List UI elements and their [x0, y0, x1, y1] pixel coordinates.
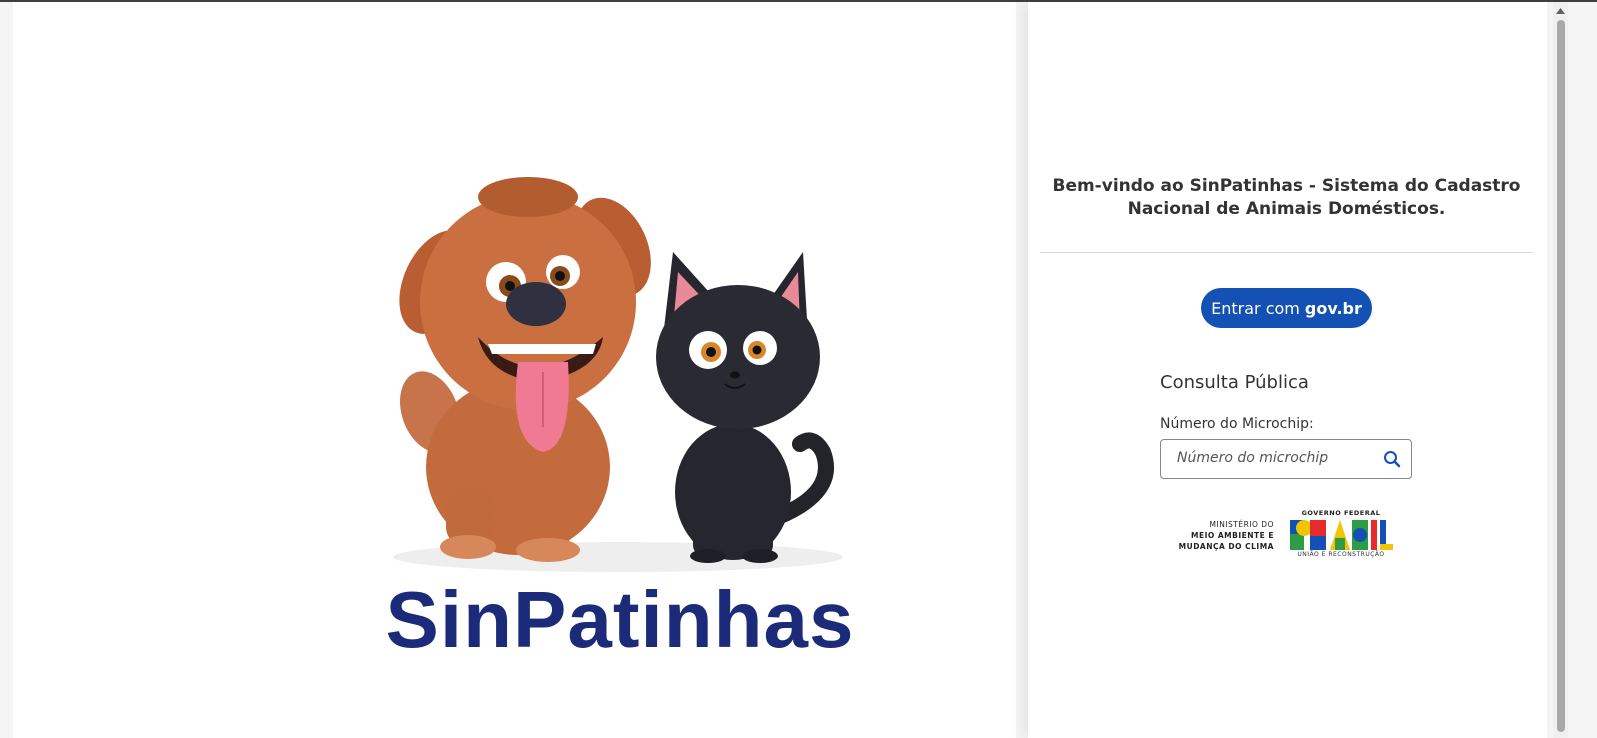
ministry-line-1: MINISTÉRIO DO [1209, 520, 1274, 529]
ministry-line-2: MEIO AMBIENTE E [1190, 531, 1274, 540]
consulta-publica-title: Consulta Pública [1160, 372, 1309, 393]
login-govbr-button[interactable]: Entrar com gov.br [1201, 288, 1372, 328]
microchip-input[interactable] [1161, 440, 1387, 476]
governo-federal-tagline: UNIÃO E RECONSTRUÇÃO [1297, 551, 1385, 558]
ministry-logo: MINISTÉRIO DO MEIO AMBIENTE E MUDANÇA DO… [1168, 519, 1274, 552]
divider [1040, 252, 1533, 253]
microchip-field-label: Número do Microchip: [1160, 416, 1314, 432]
governo-federal-logo: GOVERNO FEDERAL UNIÃO E RECONSTRUÇÃO [1286, 509, 1398, 561]
brasil-wordmark [1290, 520, 1393, 550]
scrollbar-thumb[interactable] [1557, 20, 1565, 732]
login-govbr-label-prefix: Entrar com [1211, 298, 1300, 318]
microchip-search-field [1160, 439, 1412, 479]
hero-panel: SinPatinhas [13, 2, 1016, 738]
governo-federal-label: GOVERNO FEDERAL [1301, 509, 1381, 517]
login-govbr-label-brand: gov.br [1304, 298, 1362, 318]
dog-and-cat-illustration [393, 177, 843, 572]
ministry-line-3: MUDANÇA DO CLIMA [1178, 542, 1274, 551]
login-panel: Bem-vindo ao SinPatinhas - Sistema do Ca… [1028, 2, 1547, 738]
search-icon [1384, 451, 1401, 468]
welcome-message: Bem-vindo ao SinPatinhas - Sistema do Ca… [1052, 176, 1521, 219]
scroll-up-icon[interactable] [1555, 6, 1566, 16]
search-button[interactable] [1379, 446, 1405, 472]
brand-logo-text: SinPatinhas [385, 575, 855, 664]
